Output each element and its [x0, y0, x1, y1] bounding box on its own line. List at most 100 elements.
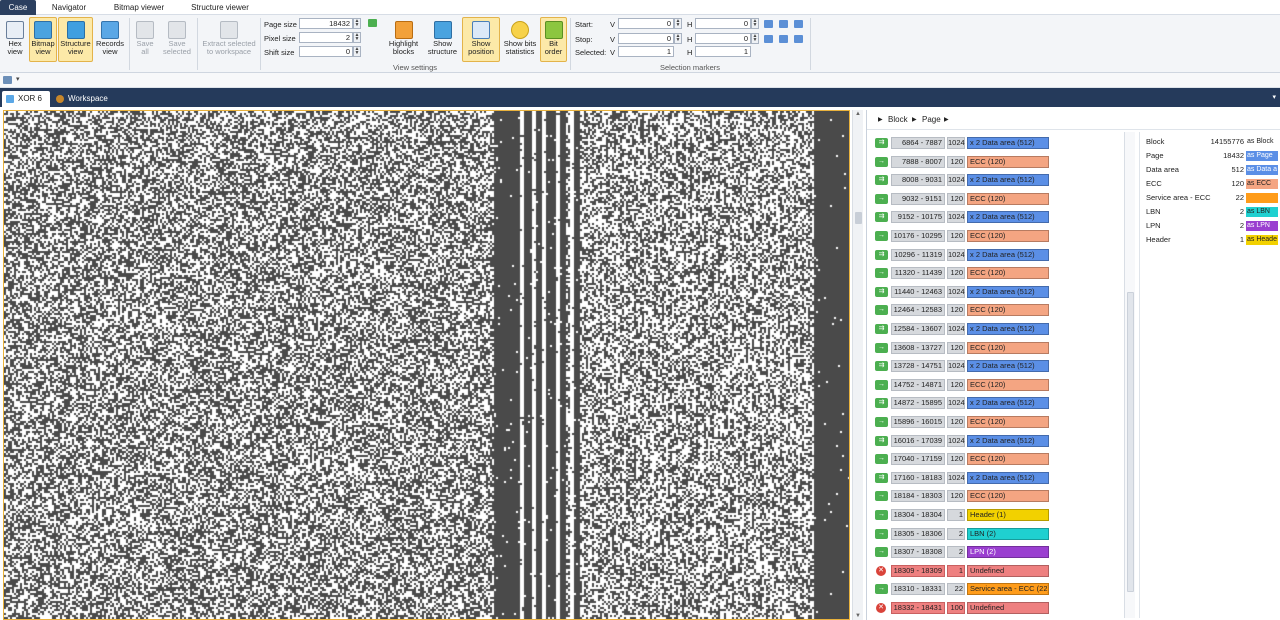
structure-row[interactable]: → 14752 - 14871 120 ECC (120)	[873, 378, 1049, 392]
structure-row[interactable]: → 18304 - 18304 1 Header (1)	[873, 508, 1049, 522]
structure-scrollbar[interactable]	[1124, 132, 1135, 618]
property-as-tag[interactable]: as Page	[1246, 151, 1278, 161]
start-v-field[interactable]: 0	[618, 18, 674, 29]
save-selected-button[interactable]: Save selected	[160, 17, 194, 62]
structure-row[interactable]: ⇉ 11440 - 12463 1024 x 2 Data area (512)	[873, 285, 1049, 299]
start-v-stepper[interactable]: ▲ ▼	[674, 18, 682, 29]
stop-v-stepper[interactable]: ▲ ▼	[674, 33, 682, 44]
breadcrumb-block[interactable]: Block	[888, 110, 908, 130]
property-as-tag[interactable]	[1246, 193, 1278, 203]
hex-view-button[interactable]: Hex view	[2, 17, 28, 62]
row-size: 120	[947, 378, 965, 391]
tab-xor-6[interactable]: XOR 6 ✕	[2, 91, 50, 119]
structure-row[interactable]: ⇉ 10296 - 11319 1024 x 2 Data area (512)	[873, 248, 1049, 262]
structure-row[interactable]: ⇉ 12584 - 13607 1024 x 2 Data area (512)	[873, 322, 1049, 336]
start-h-field[interactable]: 0	[695, 18, 751, 29]
clear-stop-icon[interactable]	[794, 35, 803, 43]
structure-row[interactable]: ⇉ 16016 - 17039 1024 x 2 Data area (512)	[873, 434, 1049, 448]
property-as-tag[interactable]: as Block	[1246, 137, 1278, 147]
tab-workspace[interactable]: Workspace	[52, 91, 112, 107]
structure-view-button[interactable]: Structure view	[58, 17, 93, 62]
quick-access-bar: ▾	[0, 73, 1280, 88]
clear-start-icon[interactable]	[794, 20, 803, 28]
row-range: 9152 - 10175	[891, 211, 945, 224]
shift-size-stepper[interactable]: ▲ ▼	[353, 46, 361, 57]
bitmap-view[interactable]	[3, 110, 850, 620]
structure-row[interactable]: → 13608 - 13727 120 ECC (120)	[873, 341, 1049, 355]
stop-v-field[interactable]: 0	[618, 33, 674, 44]
menu-tab-structure-viewer[interactable]: Structure viewer	[184, 0, 256, 15]
structure-row[interactable]: → 17040 - 17159 120 ECC (120)	[873, 452, 1049, 466]
scrollbar-thumb[interactable]	[855, 212, 862, 224]
property-as-tag[interactable]: as LBN	[1246, 207, 1278, 217]
property-row: LBN 2 as LBN	[1140, 205, 1280, 218]
property-name: Header	[1146, 235, 1171, 244]
breadcrumb-arrow-icon: ▶	[878, 117, 883, 123]
tabs-menu-icon[interactable]: ▾	[1272, 93, 1276, 101]
property-as-tag[interactable]: as LPN	[1246, 221, 1278, 231]
show-bits-statistics-button[interactable]: Show bits statistics	[501, 17, 539, 62]
highlight-blocks-button[interactable]: Highlight blocks	[385, 17, 422, 62]
bitmap-canvas[interactable]	[4, 111, 849, 619]
page-size-field[interactable]: 18432	[299, 18, 353, 29]
scroll-down-icon[interactable]: ▼	[855, 613, 861, 619]
bit-order-button[interactable]: Bit order	[540, 17, 567, 62]
structure-row[interactable]: ⇉ 6864 - 7887 1024 x 2 Data area (512)	[873, 136, 1049, 150]
structure-row[interactable]: ⇉ 9152 - 10175 1024 x 2 Data area (512)	[873, 210, 1049, 224]
structure-row[interactable]: → 9032 - 9151 120 ECC (120)	[873, 192, 1049, 206]
apply-icon[interactable]	[368, 19, 377, 27]
structure-row[interactable]: ✕ 18309 - 18309 1 Undefined	[873, 564, 1049, 578]
structure-row[interactable]: → 7888 - 8007 120 ECC (120)	[873, 155, 1049, 169]
show-position-button[interactable]: Show position	[462, 17, 500, 62]
structure-row[interactable]: → 18307 - 18308 2 LPN (2)	[873, 545, 1049, 559]
structure-row[interactable]: → 10176 - 10295 120 ECC (120)	[873, 229, 1049, 243]
stop-h-field[interactable]: 0	[695, 33, 751, 44]
structure-row[interactable]: ✕ 18332 - 18431 100 Undefined	[873, 601, 1049, 615]
structure-scrollbar-thumb[interactable]	[1127, 292, 1134, 592]
scroll-up-icon[interactable]: ▲	[855, 111, 861, 117]
structure-row[interactable]: → 11320 - 11439 120 ECC (120)	[873, 266, 1049, 280]
go-stop-icon[interactable]	[764, 35, 773, 43]
bitmap-view-button[interactable]: Bitmap view	[29, 17, 57, 62]
property-as-tag[interactable]: as ECC	[1246, 179, 1278, 189]
structure-row[interactable]: → 12464 - 12583 120 ECC (120)	[873, 303, 1049, 317]
property-as-tag[interactable]: as Heade	[1246, 235, 1278, 245]
records-view-button[interactable]: Records view	[94, 17, 126, 62]
structure-row[interactable]: → 18305 - 18306 2 LBN (2)	[873, 527, 1049, 541]
page-size-stepper[interactable]: ▲ ▼	[353, 18, 361, 29]
arrow-icon: →	[875, 342, 888, 353]
start-h-stepper[interactable]: ▲ ▼	[751, 18, 759, 29]
bit-order-label-2: order	[544, 47, 563, 56]
arrow-icon: →	[875, 268, 888, 279]
shift-size-field[interactable]: 0	[299, 46, 353, 57]
pixel-size-field[interactable]: 2	[299, 32, 353, 43]
go-start-icon[interactable]	[764, 20, 773, 28]
structure-row[interactable]: ⇉ 8008 - 9031 1024 x 2 Data area (512)	[873, 173, 1049, 187]
menu-tab-navigator[interactable]: Navigator	[40, 0, 98, 15]
breadcrumb-page[interactable]: Page	[922, 110, 941, 130]
structure-row[interactable]: → 15896 - 16015 120 ECC (120)	[873, 415, 1049, 429]
quick-access-icon[interactable]	[3, 76, 12, 84]
extract-selected-button[interactable]: Extract selected to workspace	[200, 17, 258, 62]
structure-row[interactable]: → 18310 - 18331 22 Service area - ECC (22)	[873, 582, 1049, 596]
save-all-button[interactable]: Save all	[132, 17, 158, 62]
property-row: Block 14155776 as Block	[1140, 135, 1280, 148]
row-size: 120	[947, 304, 965, 317]
set-stop-icon[interactable]	[779, 35, 788, 43]
property-as-tag[interactable]: as Data a	[1246, 165, 1278, 175]
show-structure-button[interactable]: Show structure	[424, 17, 461, 62]
dropdown-icon[interactable]: ▾	[16, 75, 20, 83]
bitmap-scrollbar[interactable]: ▲ ▼	[852, 110, 863, 620]
structure-row[interactable]: → 18184 - 18303 120 ECC (120)	[873, 489, 1049, 503]
pixel-size-stepper[interactable]: ▲ ▼	[353, 32, 361, 43]
structure-row[interactable]: ⇉ 17160 - 18183 1024 x 2 Data area (512)	[873, 471, 1049, 485]
row-label: ECC (120)	[967, 416, 1049, 428]
structure-row[interactable]: ⇉ 14872 - 15895 1024 x 2 Data area (512)	[873, 396, 1049, 410]
structure-row[interactable]: ⇉ 13728 - 14751 1024 x 2 Data area (512)	[873, 359, 1049, 373]
stop-h-stepper[interactable]: ▲ ▼	[751, 33, 759, 44]
ribbon: Hex view Bitmap view Structure view Reco…	[0, 15, 1280, 73]
row-label: ECC (120)	[967, 230, 1049, 242]
menu-tab-case[interactable]: Case	[0, 0, 36, 15]
menu-tab-bitmap-viewer[interactable]: Bitmap viewer	[106, 0, 172, 15]
set-start-icon[interactable]	[779, 20, 788, 28]
